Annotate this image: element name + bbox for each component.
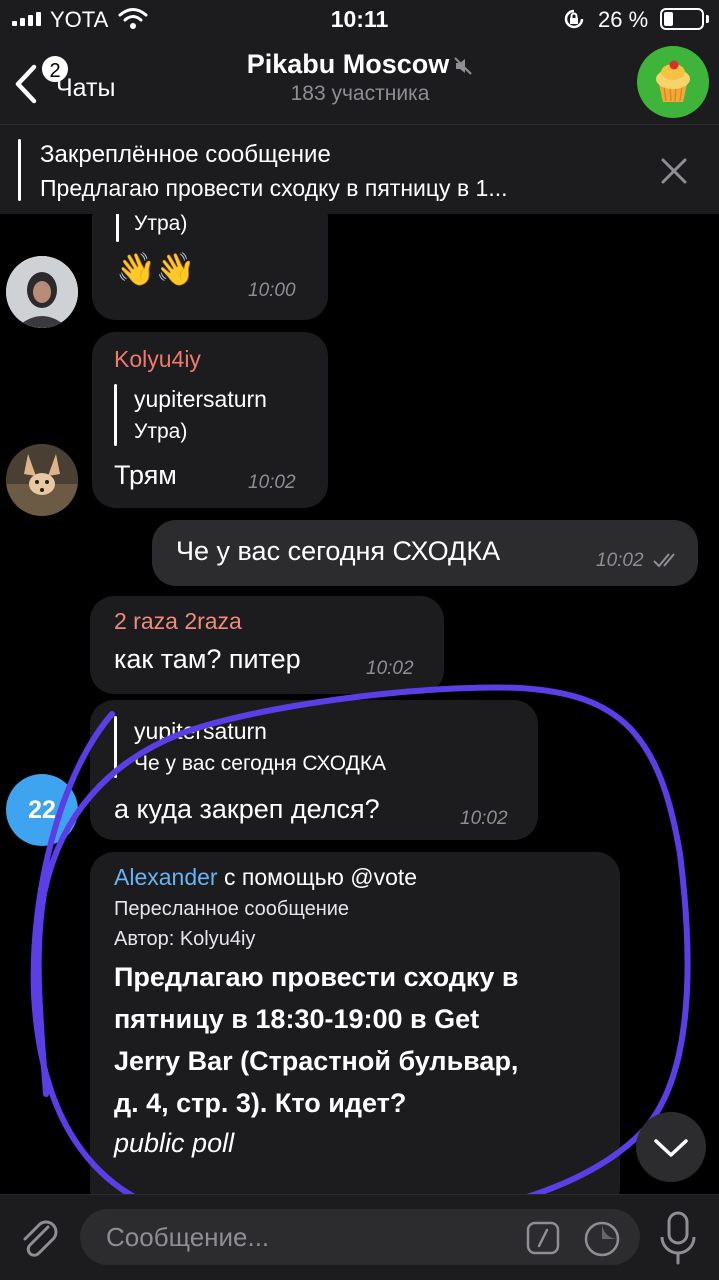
battery-icon — [660, 8, 704, 30]
chat-title-text: Pikabu Moscow — [246, 49, 450, 79]
message-time: 10:02 — [596, 550, 644, 571]
message-text: Трям — [114, 460, 177, 490]
reply-indicator — [114, 384, 117, 446]
chat-title-area[interactable]: Pikabu Moscow 183 участника — [180, 49, 540, 106]
forwarded-header: Alexander с помощью @vote — [114, 864, 417, 891]
battery-cap — [706, 15, 709, 23]
message-placeholder: Сообщение... — [106, 1222, 270, 1252]
reply-indicator — [114, 716, 117, 778]
via-bot[interactable]: с помощью @vote — [224, 864, 417, 890]
poll-question-line: д. 4, стр. 3). Кто идет? — [114, 1088, 407, 1118]
message-input[interactable]: Сообщение... — [80, 1209, 640, 1265]
pinned-title: Закреплённое сообщение — [40, 141, 331, 168]
sender-name: Kolyu4iy — [114, 346, 201, 372]
message-input-bar: Сообщение... — [0, 1194, 719, 1280]
battery-percent: 26 % — [598, 7, 649, 32]
command-icon[interactable] — [526, 1221, 560, 1255]
message-time: 10:02 — [460, 808, 508, 829]
outgoing-message-bubble[interactable]: Че у вас сегодня СХОДКА 10:02 — [152, 520, 698, 586]
message-text: как там? питер — [114, 644, 301, 674]
message-bubble[interactable]: 2 raza 2raza как там? питер 10:02 — [90, 596, 444, 694]
chevron-down-icon — [654, 1139, 688, 1157]
avatar-label: 22 — [28, 796, 56, 824]
sender-name[interactable]: Alexander — [114, 864, 218, 890]
chat-subtitle: 183 участника — [290, 82, 430, 105]
avatar[interactable] — [6, 256, 78, 328]
message-time: 10:00 — [248, 280, 296, 301]
message-time: 10:02 — [366, 658, 414, 679]
pinned-indicator — [18, 139, 21, 201]
message-text: а куда закреп делся? — [114, 794, 380, 824]
battery-level — [664, 12, 673, 26]
forwarded-poll-bubble[interactable]: Alexander с помощью @vote Пересланное со… — [90, 852, 620, 1194]
message-bubble[interactable]: Утра) 👋👋 10:00 — [92, 214, 328, 320]
back-label: Чаты — [56, 74, 116, 102]
back-chevron-icon — [15, 64, 37, 104]
avatar[interactable]: 22 — [6, 774, 78, 846]
reply-text: Утра) — [134, 420, 188, 443]
sticker-icon[interactable] — [582, 1219, 622, 1259]
reply-indicator — [116, 214, 119, 242]
message-text: 👋👋 — [116, 251, 196, 287]
forwarded-author: Автор: Kolyu4iy — [114, 928, 256, 950]
message-bubble[interactable]: Kolyu4iy yupitersaturn Утра) Трям 10:02 — [92, 332, 328, 508]
close-icon[interactable] — [652, 149, 696, 193]
scroll-down-button[interactable] — [636, 1112, 706, 1182]
chat-header: 2 Чаты Pikabu Moscow 183 участника — [0, 40, 719, 124]
reply-name: yupitersaturn — [134, 386, 267, 412]
message-time: 10:02 — [248, 472, 296, 493]
read-checkmarks-icon — [653, 553, 675, 568]
fox-photo — [6, 444, 78, 516]
pinned-text: Предлагаю провести сходку в пятницу в 1.… — [40, 175, 508, 201]
group-avatar[interactable] — [637, 46, 709, 118]
pinned-message-bar[interactable]: Закреплённое сообщение Предлагаю провест… — [0, 124, 719, 214]
poll-question-line: Предлагаю провести сходку в — [114, 962, 519, 992]
avatar[interactable] — [6, 444, 78, 516]
poll-question-line: пятницу в 18:30-19:00 в Get — [114, 1004, 480, 1034]
paperclip-icon[interactable] — [14, 1213, 64, 1263]
reply-name: yupitersaturn — [134, 718, 267, 744]
message-bubble[interactable]: yupitersaturn Че у вас сегодня СХОДКА а … — [90, 700, 538, 840]
reply-text: Утра) — [134, 214, 188, 235]
poll-question: Предлагаю провести сходку в пятницу в 18… — [114, 956, 614, 1124]
reply-text: Че у вас сегодня СХОДКА — [134, 752, 387, 775]
message-list[interactable]: Утра) 👋👋 10:00 Kolyu4iy yupitersaturn Ут… — [0, 214, 719, 1194]
back-button[interactable]: 2 Чаты — [10, 50, 140, 114]
chat-title: Pikabu Moscow — [180, 49, 540, 80]
mute-icon — [454, 57, 472, 75]
microphone-icon[interactable] — [656, 1209, 700, 1267]
message-text: Че у вас сегодня СХОДКА — [176, 536, 501, 566]
user-photo — [6, 256, 78, 328]
sender-name: 2 raza 2raza — [114, 608, 242, 634]
forwarded-label: Пересланное сообщение — [114, 898, 350, 920]
rotation-lock-icon — [564, 9, 584, 29]
cupcake-icon — [656, 60, 690, 102]
poll-question-line: Jerry Bar (Страстной бульвар, — [114, 1046, 519, 1076]
poll-type: public poll — [114, 1128, 235, 1158]
status-bar: YOTA 10:11 26 % — [0, 0, 719, 40]
